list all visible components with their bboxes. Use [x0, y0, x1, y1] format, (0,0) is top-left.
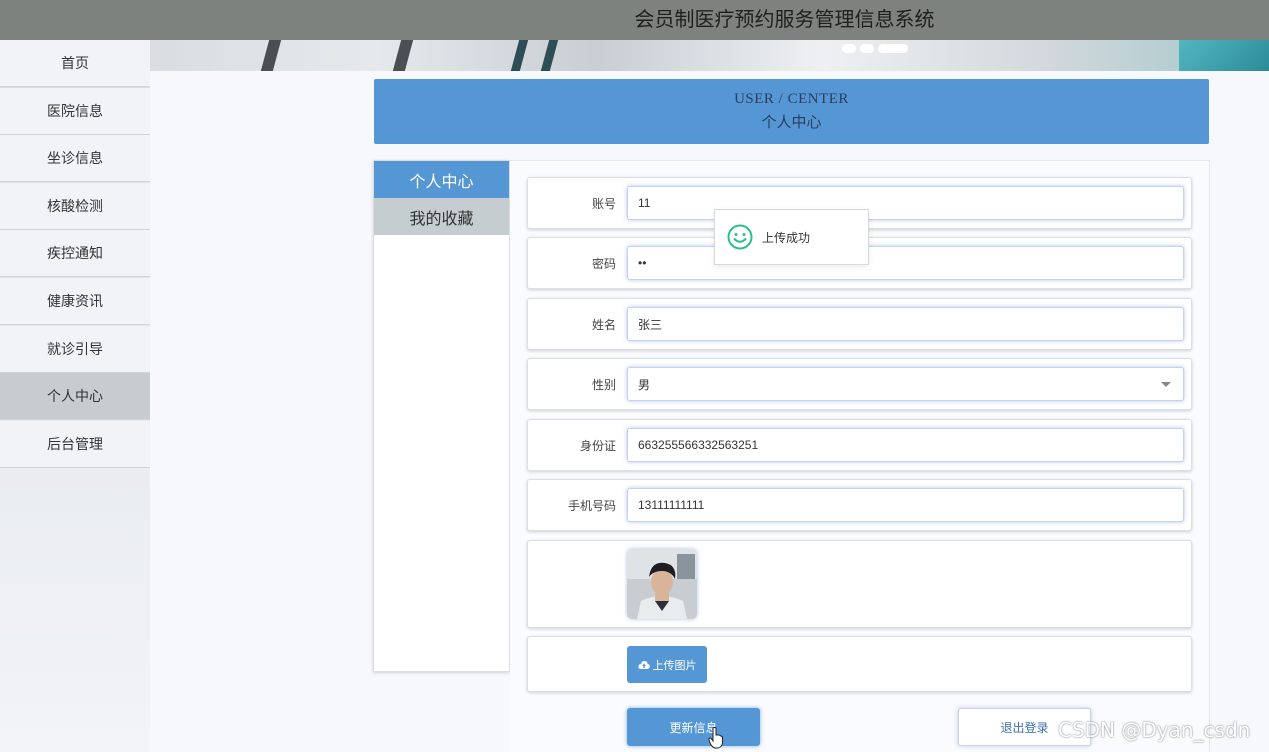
sidebar-item-health-news[interactable]: 健康资讯 [0, 277, 150, 325]
name-input[interactable]: 张三 [627, 307, 1184, 341]
sidebar-item-nucleic-test[interactable]: 核酸检测 [0, 182, 150, 230]
banner-decor [392, 40, 414, 71]
id-card-label: 身份证 [579, 438, 616, 453]
top-header-bar: 会员制医疗预约服务管理信息系统 [0, 0, 1269, 40]
carousel-indicators[interactable] [842, 44, 908, 53]
banner-decor [1179, 40, 1269, 71]
sidebar-item-hospital-info[interactable]: 医院信息 [0, 87, 150, 135]
app-title: 会员制医疗预约服务管理信息系统 [634, 9, 935, 31]
carousel-dot[interactable] [860, 44, 874, 53]
carousel-dot[interactable] [842, 44, 856, 53]
sidebar-item-clinic-schedule[interactable]: 坐诊信息 [0, 135, 150, 183]
gender-select[interactable]: 男 [627, 367, 1184, 401]
form-row-name: 姓名 张三 [527, 298, 1192, 350]
hand-cursor-icon [708, 727, 723, 749]
tab-my-favorites[interactable]: 我的收藏 [374, 198, 509, 235]
sidebar-item-cdc-notice[interactable]: 疾控通知 [0, 230, 150, 278]
banner-decor [510, 40, 529, 71]
sidebar-item-admin[interactable]: 后台管理 [0, 420, 150, 468]
sidebar-item-user-center[interactable]: 个人中心 [0, 373, 150, 421]
tab-user-center[interactable]: 个人中心 [374, 161, 509, 198]
toast-message: 上传成功 [762, 230, 811, 245]
password-input[interactable]: •• [627, 246, 1184, 280]
account-input[interactable]: 11 [627, 186, 1184, 220]
page-title-box: USER / CENTER 个人中心 [374, 79, 1209, 144]
sidebar-item-home[interactable]: 首页 [0, 40, 150, 87]
phone-label: 手机号码 [567, 498, 616, 513]
chevron-down-icon[interactable] [1161, 382, 1171, 387]
avatar[interactable] [627, 549, 697, 619]
page-title-en: USER / CENTER [734, 91, 849, 107]
phone-input[interactable]: 13111111111 [627, 488, 1184, 522]
banner-decor [260, 40, 282, 71]
form-row-gender: 性别 男 [527, 358, 1192, 410]
banner-carousel [150, 40, 1269, 71]
password-label: 密码 [591, 256, 616, 271]
smile-icon [727, 224, 753, 250]
form-row-phone: 手机号码 13111111111 [527, 479, 1192, 531]
page-title-cn: 个人中心 [761, 115, 822, 131]
user-tabs-panel: 个人中心 我的收藏 [373, 160, 510, 672]
watermark: CSDN @Dyan_csdn [1058, 718, 1251, 742]
form-row-id-card: 身份证 663255566332563251 [527, 419, 1192, 471]
upload-image-label: 上传图片 [652, 659, 697, 672]
sidebar-item-visit-guide[interactable]: 就诊引导 [0, 325, 150, 373]
id-card-input[interactable]: 663255566332563251 [627, 428, 1184, 462]
success-toast: 上传成功 [714, 209, 869, 265]
account-label: 账号 [591, 196, 616, 211]
banner-decor [540, 40, 559, 71]
upload-image-button[interactable]: 上传图片 [627, 646, 707, 683]
sidebar-nav: 首页 医院信息 坐诊信息 核酸检测 疾控通知 健康资讯 就诊引导 个人中心 后台… [0, 40, 150, 752]
update-info-button[interactable]: 更新信息 [627, 708, 760, 746]
form-row-upload: 上传图片 [527, 636, 1192, 692]
form-row-avatar [527, 540, 1192, 628]
gender-selected-value: 男 [638, 377, 651, 392]
carousel-dot-active[interactable] [878, 44, 908, 53]
gender-label: 性别 [591, 377, 616, 392]
name-label: 姓名 [591, 317, 616, 332]
cloud-upload-icon [637, 660, 650, 669]
